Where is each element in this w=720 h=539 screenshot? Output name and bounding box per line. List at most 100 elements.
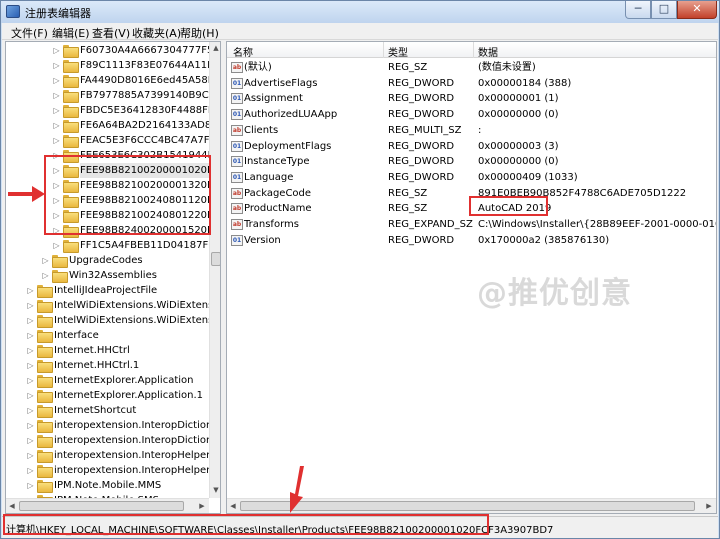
- tree-item[interactable]: ▷ FF1C5A4FBEB11D04187F64F00: [6, 238, 220, 253]
- expand-arrow-icon[interactable]: ▷: [26, 448, 35, 463]
- registry-key-tree[interactable]: ▷ F60730A4A6667304777F5728 ▷ F89C1113F83E07…: [5, 41, 221, 514]
- menu-view[interactable]: 查看(V): [92, 25, 130, 41]
- tree-item[interactable]: ▷ IntelWiDiExtensions.WiDiExtensions: [6, 298, 220, 313]
- tree-vertical-scrollbar[interactable]: ▲ ▼: [209, 42, 220, 498]
- expand-arrow-icon[interactable]: ▷: [26, 358, 35, 373]
- expand-arrow-icon[interactable]: ▷: [26, 418, 35, 433]
- menu-edit[interactable]: 编辑(E): [52, 25, 90, 41]
- tree-item[interactable]: ▷ F60730A4A6667304777F5728: [6, 43, 220, 58]
- menu-favorites[interactable]: 收藏夹(A): [132, 25, 181, 41]
- tree-item-label: interopextension.InteropDictionary: [54, 420, 221, 431]
- tree-item-label: InternetExplorer.Application: [54, 375, 194, 386]
- tree-item[interactable]: ▷ IPM.Note.Mobile.MMS: [6, 478, 209, 493]
- value-type: REG_MULTI_SZ: [388, 124, 462, 136]
- tree-item-label: IntelWiDiExtensions.WiDiExtensions.1: [54, 315, 220, 326]
- maximize-button[interactable]: □: [651, 1, 677, 19]
- expand-arrow-icon[interactable]: ▷: [26, 343, 35, 358]
- expand-arrow-icon[interactable]: ▷: [26, 403, 35, 418]
- minimize-button[interactable]: ─: [625, 1, 651, 19]
- expand-arrow-icon[interactable]: ▷: [52, 103, 61, 118]
- registry-value-row[interactable]: 01 AdvertiseFlags REG_DWORD 0x00000184 (388…: [227, 76, 716, 92]
- expand-arrow-icon[interactable]: ▷: [52, 43, 61, 58]
- tree-item[interactable]: ▷ interopextension.InteropDictionary: [6, 418, 220, 433]
- binary-value-icon: 01: [231, 234, 243, 246]
- expand-arrow-icon[interactable]: ▷: [52, 88, 61, 103]
- close-button[interactable]: ✕: [677, 1, 717, 19]
- expand-arrow-icon[interactable]: ▷: [52, 58, 61, 73]
- expand-arrow-icon[interactable]: ▷: [26, 433, 35, 448]
- list-hscroll-thumb[interactable]: [240, 501, 695, 511]
- scroll-left-arrow-icon[interactable]: ◀: [6, 500, 18, 513]
- menu-file[interactable]: 文件(F): [11, 25, 48, 41]
- list-header: 名称 类型 数据: [227, 42, 716, 59]
- expand-arrow-icon[interactable]: ▷: [26, 373, 35, 388]
- tree-item-label: Win32Assemblies: [69, 270, 157, 281]
- folder-icon: [63, 240, 79, 253]
- tree-item[interactable]: ▷ InternetExplorer.Application: [6, 373, 209, 388]
- expand-arrow-icon[interactable]: ▷: [52, 73, 61, 88]
- expand-arrow-icon[interactable]: ▷: [26, 463, 35, 478]
- tree-item[interactable]: ▷ InternetExplorer.Application.1: [6, 388, 209, 403]
- registry-value-row[interactable]: 01 Language REG_DWORD 0x00000409 (1033): [227, 170, 716, 186]
- scroll-down-arrow-icon[interactable]: ▼: [210, 484, 220, 497]
- registry-value-row[interactable]: 01 Version REG_DWORD 0x170000a2 (385876130): [227, 233, 716, 249]
- registry-value-row[interactable]: 01 AuthorizedLUAApp REG_DWORD 0x00000000 (0…: [227, 107, 716, 123]
- column-divider[interactable]: [473, 42, 474, 58]
- registry-value-row[interactable]: ab Clients REG_MULTI_SZ:: [227, 123, 716, 139]
- tree-item[interactable]: ▷ IntelliJIdeaProjectFile: [6, 283, 209, 298]
- registry-values-list[interactable]: 名称 类型 数据 ab (默认) REG_SZ (数值未设置) 01 AdvertiseF…: [226, 41, 717, 514]
- expand-arrow-icon[interactable]: ▷: [26, 328, 35, 343]
- value-type: REG_SZ: [388, 203, 428, 215]
- expand-arrow-icon[interactable]: ▷: [52, 238, 61, 253]
- column-header-name[interactable]: 名称: [233, 44, 253, 59]
- menu-help[interactable]: 帮助(H): [180, 25, 219, 41]
- scroll-right-arrow-icon[interactable]: ▶: [703, 500, 715, 513]
- column-header-data[interactable]: 数据: [478, 44, 498, 59]
- column-header-type[interactable]: 类型: [388, 44, 408, 59]
- tree-item[interactable]: ▷ F89C1113F83E07644A11BA6A7: [6, 58, 220, 73]
- expand-arrow-icon[interactable]: ▷: [26, 388, 35, 403]
- scroll-right-arrow-icon[interactable]: ▶: [196, 500, 208, 513]
- tree-item[interactable]: ▷ UpgradeCodes: [6, 253, 209, 268]
- string-value-icon: ab: [231, 62, 243, 73]
- registry-value-row[interactable]: ab Transforms REG_EXPAND_SZ C:\Windows\Inst…: [227, 217, 716, 233]
- tree-item[interactable]: ▷ interopextension.InteropDictionary.1: [6, 433, 220, 448]
- scroll-up-arrow-icon[interactable]: ▲: [210, 42, 220, 55]
- expand-arrow-icon[interactable]: ▷: [26, 298, 35, 313]
- tree-item[interactable]: ▷ Interface: [6, 328, 209, 343]
- expand-arrow-icon[interactable]: ▷: [41, 253, 50, 268]
- tree-item[interactable]: ▷ interopextension.InteropHelper: [6, 448, 210, 463]
- expand-arrow-icon[interactable]: ▷: [26, 313, 35, 328]
- tree-item[interactable]: ▷ FEAC5E3F6CCC4BC47A7FCE762: [6, 133, 220, 148]
- tree-item[interactable]: ▷ interopextension.InteropHelper.1: [6, 463, 219, 478]
- tree-item[interactable]: ▷ Internet.HHCtrl: [6, 343, 209, 358]
- scroll-left-arrow-icon[interactable]: ◀: [227, 500, 239, 513]
- tree-item[interactable]: ▷ FA4490D8016E6ed45A58B572E: [6, 73, 220, 88]
- tree-item[interactable]: ▷ FE6A64BA2D2164133AD8D1F6: [6, 118, 220, 133]
- tree-hscroll-thumb[interactable]: [19, 501, 184, 511]
- expand-arrow-icon[interactable]: ▷: [41, 268, 50, 283]
- registry-value-row[interactable]: 01 DeploymentFlags REG_DWORD 0x00000003 (3): [227, 139, 716, 155]
- tree-item[interactable]: ▷ IntelWiDiExtensions.WiDiExtensions.1: [6, 313, 220, 328]
- tree-item[interactable]: ▷ InternetShortcut: [6, 403, 209, 418]
- column-divider[interactable]: [383, 42, 384, 58]
- expand-arrow-icon[interactable]: ▷: [52, 118, 61, 133]
- tree-horizontal-scrollbar[interactable]: ◀ ▶: [6, 498, 209, 513]
- value-name: Version: [244, 234, 281, 246]
- expand-arrow-icon[interactable]: ▷: [52, 133, 61, 148]
- value-type: REG_DWORD: [388, 93, 455, 105]
- registry-value-row[interactable]: ab (默认) REG_SZ (数值未设置): [227, 60, 716, 76]
- registry-value-row[interactable]: 01 Assignment REG_DWORD 0x00000001 (1): [227, 91, 716, 107]
- tree-item[interactable]: ▷ FBDC5E36412830F4488FDCC34: [6, 103, 220, 118]
- expand-arrow-icon[interactable]: ▷: [26, 478, 35, 493]
- value-type: REG_DWORD: [388, 109, 455, 121]
- string-value-icon: ab: [231, 187, 243, 199]
- expand-arrow-icon[interactable]: ▷: [26, 283, 35, 298]
- tree-scroll-thumb[interactable]: [211, 252, 220, 266]
- tree-item[interactable]: ▷ FB7977885A7399140B9CD0830: [6, 88, 220, 103]
- tree-item[interactable]: ▷ Internet.HHCtrl.1: [6, 358, 209, 373]
- binary-value-icon: 01: [231, 109, 243, 121]
- tree-item-label: interopextension.InteropDictionary.1: [54, 435, 221, 446]
- tree-item[interactable]: ▷ Win32Assemblies: [6, 268, 209, 283]
- registry-value-row[interactable]: 01 InstanceType REG_DWORD 0x00000000 (0): [227, 154, 716, 170]
